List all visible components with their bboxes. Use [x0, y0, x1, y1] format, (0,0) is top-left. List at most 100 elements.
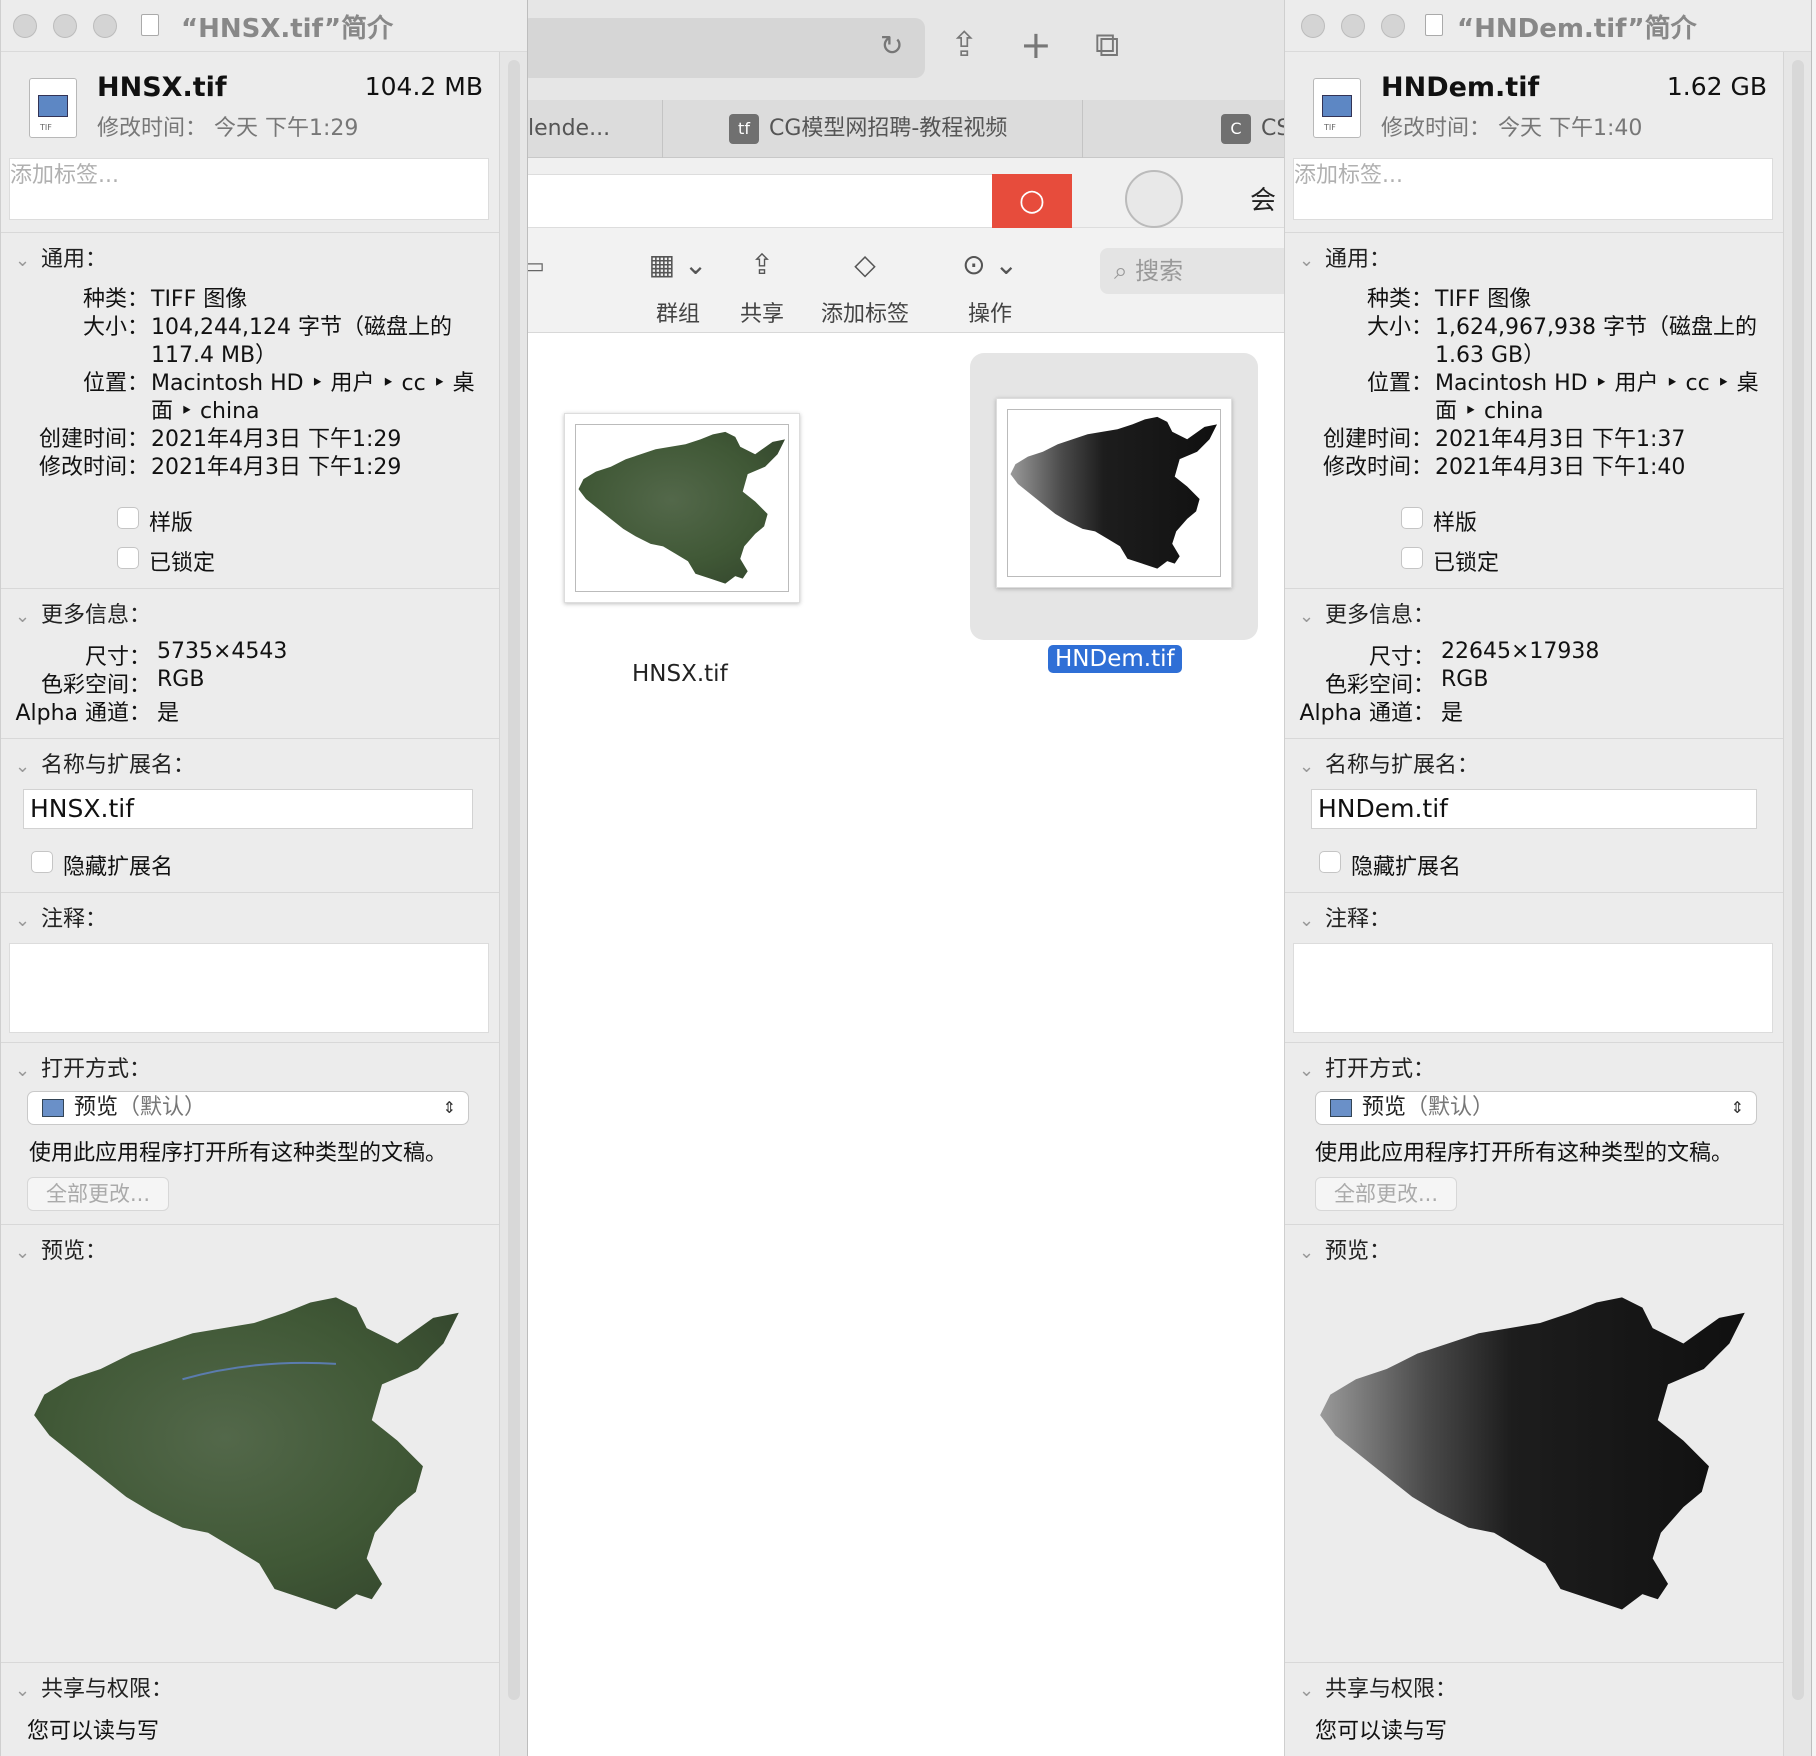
tab-label: CG模型网招聘-教程视频	[769, 116, 1008, 141]
section-header[interactable]: ⌄ 打开方式：	[15, 1051, 151, 1083]
change-all-button[interactable]: 全部更改...	[1315, 1177, 1457, 1211]
chevron-down-icon: ⌄	[1299, 250, 1315, 271]
scrollbar[interactable]	[1792, 60, 1804, 1700]
chevron-down-icon: ⌄	[15, 250, 31, 271]
zoom-button[interactable]	[93, 14, 117, 38]
name-field[interactable]: HNSX.tif	[23, 789, 473, 829]
new-tab-icon[interactable]: +	[1020, 26, 1052, 64]
hide-extension-checkbox[interactable]	[1319, 851, 1341, 873]
window-titlebar[interactable]: “HNDem.tif”简介	[1285, 0, 1811, 52]
chevron-updown-icon: ⇕	[442, 1098, 456, 1117]
change-all-button[interactable]: 全部更改...	[27, 1177, 169, 1211]
open-with-select[interactable]: 预览（默认） ⇕	[27, 1091, 469, 1125]
chevron-down-icon: ⌄	[1299, 756, 1315, 777]
file-name[interactable]: HNDem.tif	[1048, 645, 1182, 673]
reload-icon[interactable]: ↻	[880, 32, 903, 60]
group-button[interactable]: ▦ ⌄ 群组	[638, 248, 718, 328]
share-icon[interactable]: ⇪	[950, 28, 979, 62]
chevron-down-icon: ⌄	[1299, 606, 1315, 627]
tags-input[interactable]: 添加标签...	[9, 158, 489, 220]
modified-value: 2021年4月3日 下午1:29	[151, 455, 402, 480]
dimensions-value: 5735×4543	[157, 639, 288, 664]
comments-textarea[interactable]	[9, 943, 489, 1033]
preview-app-icon	[1330, 1099, 1352, 1117]
browser-tab[interactable]: tf CG模型网招聘-教程视频	[662, 100, 1082, 158]
section-header[interactable]: ⌄ 名称与扩展名：	[15, 747, 195, 779]
scrollbar[interactable]	[508, 60, 520, 1700]
browser-tab[interactable]: C CS	[1082, 100, 1290, 158]
finder-toolbar: ▭ ▦ ⌄ 群组 ⇪ 共享 ◇ 添加标签 ⊙ ⌄ 操作 ⌕ 搜索	[520, 228, 1300, 333]
finder-search-field[interactable]: ⌕ 搜索	[1100, 248, 1300, 294]
permissions-note: 您可以读与写	[1315, 1719, 1448, 1744]
general-section: ⌄ 通用： 种类： TIFF 图像 大小： 104,244,124 字节（磁盘上的…	[1, 232, 501, 588]
locked-checkbox[interactable]	[117, 547, 139, 569]
file-name: HNSX.tif	[632, 661, 728, 687]
share-icon: ⇪	[750, 248, 774, 281]
tags-input[interactable]: 添加标签...	[1293, 158, 1773, 220]
add-tag-button[interactable]: ◇ 添加标签	[810, 248, 920, 328]
comments-section: ⌄ 注释：	[1, 892, 501, 1042]
name-field[interactable]: HNDem.tif	[1311, 789, 1757, 829]
web-header-text[interactable]: 会	[1250, 180, 1276, 217]
open-with-note: 使用此应用程序打开所有这种类型的文稿。	[29, 1141, 448, 1166]
browser-toolbar: ↻ ⇪ + ⧉	[520, 0, 1290, 100]
section-header[interactable]: ⌄ 预览：	[15, 1233, 107, 1265]
section-header[interactable]: ⌄ 名称与扩展名：	[1299, 747, 1479, 779]
c-logo-icon: C	[1221, 114, 1251, 144]
chevron-down-icon: ⌄	[15, 606, 31, 627]
chevron-updown-icon: ⇕	[1730, 1098, 1744, 1117]
stationery-checkbox[interactable]	[1401, 507, 1423, 529]
action-button[interactable]: ⊙ ⌄ 操作	[945, 248, 1035, 328]
section-header[interactable]: ⌄ 打开方式：	[1299, 1051, 1435, 1083]
dimensions-value: 22645×17938	[1441, 639, 1600, 664]
open-with-section: ⌄ 打开方式： 预览（默认） ⇕ 使用此应用程序打开所有这种类型的文稿。 全部更改…	[1285, 1042, 1785, 1224]
alpha-value: 是	[157, 701, 180, 726]
close-button[interactable]	[1301, 14, 1325, 38]
avatar[interactable]	[1125, 170, 1183, 228]
section-header[interactable]: ⌄ 更多信息：	[15, 597, 151, 629]
tiff-file-icon: TIF	[1313, 78, 1361, 138]
color-space-value: RGB	[157, 667, 205, 692]
stationery-checkbox[interactable]	[117, 507, 139, 529]
tiff-file-icon: TIF	[29, 78, 77, 138]
section-header[interactable]: ⌄ 共享与权限：	[1299, 1671, 1457, 1703]
section-header[interactable]: ⌄ 预览：	[1299, 1233, 1391, 1265]
minimize-button[interactable]	[1341, 14, 1365, 38]
open-with-select[interactable]: 预览（默认） ⇕	[1315, 1091, 1757, 1125]
permissions-note: 您可以读与写	[27, 1719, 160, 1744]
more-info-section: ⌄ 更多信息： 尺寸： 22645×17938 色彩空间： RGB Alpha 通…	[1285, 588, 1785, 738]
chevron-down-icon: ⌄	[1299, 1680, 1315, 1701]
web-search-input[interactable]	[520, 174, 995, 228]
section-header[interactable]: ⌄ 通用：	[15, 241, 107, 273]
address-bar[interactable]	[520, 18, 925, 78]
close-button[interactable]	[13, 14, 37, 38]
open-with-section: ⌄ 打开方式： 预览（默认） ⇕ 使用此应用程序打开所有这种类型的文稿。 全部更改…	[1, 1042, 501, 1224]
window-titlebar[interactable]: “HNSX.tif”简介	[1, 0, 527, 52]
file-header: TIF HNSX.tif 104.2 MB 修改时间： 今天 下午1:29	[1, 52, 527, 152]
locked-checkbox[interactable]	[1401, 547, 1423, 569]
chevron-down-icon: ⌄	[1299, 1060, 1315, 1081]
sharing-section: ⌄ 共享与权限： 您可以读与写	[1285, 1662, 1785, 1756]
info-window-hndem: “HNDem.tif”简介 TIF HNDem.tif 1.62 GB 修改时间…	[1284, 0, 1812, 1756]
share-button[interactable]: ⇪ 共享	[732, 248, 792, 328]
section-header[interactable]: ⌄ 更多信息：	[1299, 597, 1435, 629]
section-header[interactable]: ⌄ 注释：	[1299, 901, 1391, 933]
minimize-button[interactable]	[53, 14, 77, 38]
tab-label: lende...	[528, 116, 611, 141]
hide-extension-checkbox[interactable]	[31, 851, 53, 873]
file-header: TIF HNDem.tif 1.62 GB 修改时间： 今天 下午1:40	[1285, 52, 1811, 152]
alpha-value: 是	[1441, 701, 1464, 726]
file-size: 1.62 GB	[1666, 72, 1767, 101]
web-search-button[interactable]: ○	[992, 174, 1072, 228]
more-info-section: ⌄ 更多信息： 尺寸： 5735×4543 色彩空间： RGB Alpha 通道：…	[1, 588, 501, 738]
general-section: ⌄ 通用： 种类： TIFF 图像 大小： 1,624,967,938 字节（磁盘…	[1285, 232, 1785, 588]
tab-overview-icon[interactable]: ⧉	[1095, 28, 1119, 62]
file-name: HNSX.tif	[97, 72, 227, 103]
window-title: “HNSX.tif”简介	[181, 14, 394, 44]
section-header[interactable]: ⌄ 注释：	[15, 901, 107, 933]
section-header[interactable]: ⌄ 通用：	[1299, 241, 1391, 273]
section-header[interactable]: ⌄ 共享与权限：	[15, 1671, 173, 1703]
zoom-button[interactable]	[1381, 14, 1405, 38]
browser-tab[interactable]: lende...	[520, 100, 662, 158]
comments-textarea[interactable]	[1293, 943, 1773, 1033]
